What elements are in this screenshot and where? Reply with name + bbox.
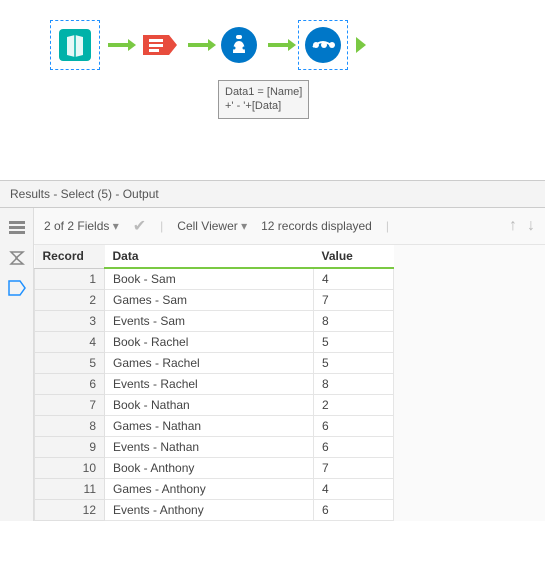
input-data-icon [55, 25, 95, 65]
cell-value: 6 [314, 500, 394, 521]
select-tool[interactable] [138, 24, 180, 66]
cell-record: 5 [35, 353, 105, 374]
cell-data: Events - Rachel [105, 374, 314, 395]
cell-record: 2 [35, 290, 105, 311]
cell-record: 1 [35, 268, 105, 290]
cell-record: 8 [35, 416, 105, 437]
cell-record: 12 [35, 500, 105, 521]
results-title: Results - Select (5) - Output [0, 180, 545, 208]
cell-value: 5 [314, 353, 394, 374]
results-rail [0, 208, 34, 521]
cell-value: 6 [314, 437, 394, 458]
rows-icon [9, 221, 25, 235]
cell-data: Games - Rachel [105, 353, 314, 374]
connector [268, 43, 290, 47]
cell-data: Events - Anthony [105, 500, 314, 521]
cell-value: 7 [314, 290, 394, 311]
cell-data: Book - Anthony [105, 458, 314, 479]
cell-record: 11 [35, 479, 105, 500]
formula-tooltip: Data1 = [Name] +' - '+[Data] [218, 80, 309, 119]
cell-value: 4 [314, 268, 394, 290]
results-toolbar: 2 of 2 Fields ▾ ✔ | Cell Viewer ▾ 12 rec… [34, 208, 545, 245]
cell-data: Games - Sam [105, 290, 314, 311]
cell-value: 8 [314, 311, 394, 332]
records-count: 12 records displayed [261, 219, 372, 233]
workflow-canvas[interactable]: Data1 = [Name] +' - '+[Data] [0, 0, 545, 180]
apply-check-icon[interactable]: ✔ [133, 216, 146, 236]
results-table: Record Data Value 1Book - Sam42Games - S… [34, 245, 394, 521]
table-row[interactable]: 12Events - Anthony6 [35, 500, 394, 521]
col-data[interactable]: Data [105, 245, 314, 268]
cell-record: 4 [35, 332, 105, 353]
cell-value: 4 [314, 479, 394, 500]
cell-data: Games - Anthony [105, 479, 314, 500]
output-anchor[interactable] [356, 37, 366, 53]
cell-data: Book - Rachel [105, 332, 314, 353]
connector [108, 43, 130, 47]
tag-icon [8, 280, 26, 296]
sigma-icon [9, 250, 25, 266]
cell-data: Book - Nathan [105, 395, 314, 416]
formula-tool[interactable] [218, 24, 260, 66]
table-row[interactable]: 9Events - Nathan6 [35, 437, 394, 458]
metadata-view-button[interactable] [6, 218, 28, 238]
browse-icon [303, 25, 343, 65]
cell-record: 3 [35, 311, 105, 332]
cell-data: Events - Nathan [105, 437, 314, 458]
cell-value: 8 [314, 374, 394, 395]
cell-value: 6 [314, 416, 394, 437]
cell-record: 7 [35, 395, 105, 416]
cell-data: Games - Nathan [105, 416, 314, 437]
table-row[interactable]: 8Games - Nathan6 [35, 416, 394, 437]
cell-viewer-dropdown[interactable]: Cell Viewer ▾ [177, 219, 247, 233]
cell-record: 10 [35, 458, 105, 479]
data-view-button[interactable] [6, 278, 28, 298]
cell-data: Events - Sam [105, 311, 314, 332]
table-row[interactable]: 5Games - Rachel5 [35, 353, 394, 374]
browse-tool[interactable] [298, 20, 348, 70]
input-data-tool[interactable] [50, 20, 100, 70]
table-row[interactable]: 2Games - Sam7 [35, 290, 394, 311]
next-page-button[interactable]: ↓ [527, 217, 535, 235]
connector [188, 43, 210, 47]
cell-data: Book - Sam [105, 268, 314, 290]
sigma-view-button[interactable] [6, 248, 28, 268]
cell-record: 9 [35, 437, 105, 458]
table-row[interactable]: 6Events - Rachel8 [35, 374, 394, 395]
select-icon [139, 25, 179, 65]
cell-value: 7 [314, 458, 394, 479]
table-row[interactable]: 11Games - Anthony4 [35, 479, 394, 500]
cell-value: 2 [314, 395, 394, 416]
cell-record: 6 [35, 374, 105, 395]
col-value[interactable]: Value [314, 245, 394, 268]
cell-value: 5 [314, 332, 394, 353]
table-row[interactable]: 1Book - Sam4 [35, 268, 394, 290]
prev-page-button[interactable]: ↑ [509, 217, 517, 235]
table-row[interactable]: 7Book - Nathan2 [35, 395, 394, 416]
col-record[interactable]: Record [35, 245, 105, 268]
table-row[interactable]: 10Book - Anthony7 [35, 458, 394, 479]
table-row[interactable]: 3Events - Sam8 [35, 311, 394, 332]
table-row[interactable]: 4Book - Rachel5 [35, 332, 394, 353]
fields-dropdown[interactable]: 2 of 2 Fields ▾ [44, 219, 119, 233]
formula-icon [219, 25, 259, 65]
